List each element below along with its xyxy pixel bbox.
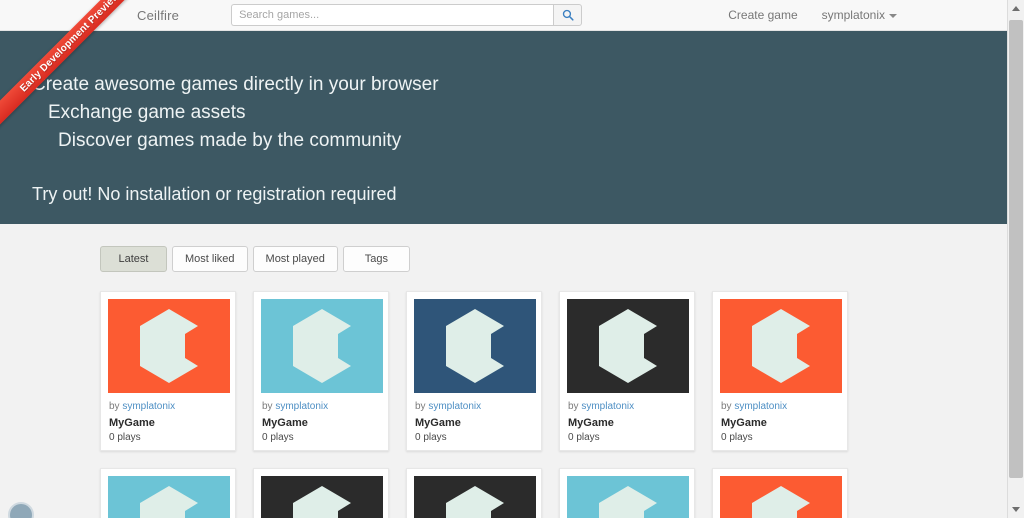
filter-tab-latest[interactable]: Latest [100, 246, 167, 272]
game-card[interactable]: by symplatonixMyGame0 plays [100, 468, 236, 518]
hero-tagline: Try out! No installation or registration… [32, 181, 1007, 207]
game-card[interactable]: by symplatonix MyGame0 plays [712, 291, 848, 451]
game-author-link[interactable]: symplatonix [275, 401, 328, 412]
game-title[interactable]: MyGame [568, 416, 687, 431]
search-icon [562, 9, 574, 21]
game-card[interactable]: by symplatonix MyGame0 plays [406, 291, 542, 451]
game-card[interactable]: by symplatonixMyGame0 plays [559, 468, 695, 518]
scrollbar-thumb[interactable] [1009, 20, 1023, 478]
game-author-line: by symplatonix [262, 400, 381, 413]
filter-tab-most-played[interactable]: Most played [253, 246, 338, 272]
game-thumbnail[interactable] [261, 299, 383, 393]
game-author-line: by symplatonix [721, 400, 840, 413]
filter-tab-tags[interactable]: Tags [343, 246, 410, 272]
game-plays-count: 0 plays [109, 431, 228, 444]
game-title[interactable]: MyGame [109, 416, 228, 431]
game-plays-count: 0 plays [262, 431, 381, 444]
scroll-up-button[interactable] [1008, 0, 1024, 17]
game-author-link[interactable]: symplatonix [122, 401, 175, 412]
game-author-line: by symplatonix [415, 400, 534, 413]
hero-line-1: Create awesome games directly in your br… [32, 71, 1007, 99]
game-thumbnail[interactable] [414, 299, 536, 393]
search-input[interactable] [231, 4, 553, 26]
search-button[interactable] [553, 4, 582, 26]
top-navbar: Ceilfire Create game symplatonix [0, 0, 1007, 31]
brand-logo-link[interactable]: Ceilfire [137, 8, 179, 23]
scroll-up-arrow-icon [1012, 6, 1020, 11]
game-plays-count: 0 plays [568, 431, 687, 444]
by-prefix-label: by [109, 401, 120, 412]
game-thumbnail[interactable] [720, 476, 842, 518]
game-thumbnail[interactable] [261, 476, 383, 518]
hero-banner: Create awesome games directly in your br… [0, 31, 1007, 224]
game-author-line: by symplatonix [568, 400, 687, 413]
scroll-down-arrow-icon [1012, 507, 1020, 512]
by-prefix-label: by [568, 401, 579, 412]
game-thumbnail[interactable] [720, 299, 842, 393]
game-card[interactable]: by symplatonix MyGame0 plays [100, 291, 236, 451]
game-plays-count: 0 plays [721, 431, 840, 444]
vertical-scrollbar[interactable] [1007, 0, 1024, 518]
user-menu-dropdown[interactable]: symplatonix [822, 8, 897, 22]
game-card[interactable]: by symplatonix MyGame0 plays [253, 291, 389, 451]
game-thumbnail[interactable] [108, 476, 230, 518]
game-thumbnail[interactable] [108, 299, 230, 393]
game-title[interactable]: MyGame [415, 416, 534, 431]
game-card-meta: by symplatonix MyGame0 plays [414, 393, 534, 444]
game-card-meta: by symplatonix MyGame0 plays [261, 393, 381, 444]
game-card-meta: by symplatonix MyGame0 plays [108, 393, 228, 444]
game-thumbnail[interactable] [567, 476, 689, 518]
create-game-link[interactable]: Create game [728, 8, 797, 22]
game-author-link[interactable]: symplatonix [581, 401, 634, 412]
game-card-meta: by symplatonix MyGame0 plays [720, 393, 840, 444]
game-filter-tabs: LatestMost likedMost playedTags [100, 246, 1007, 272]
game-thumbnail[interactable] [567, 299, 689, 393]
game-author-line: by symplatonix [109, 400, 228, 413]
game-card[interactable]: by symplatonixMyGame0 plays [406, 468, 542, 518]
browser-viewport: Ceilfire Create game symplatonix [0, 0, 1007, 518]
game-author-link[interactable]: symplatonix [734, 401, 787, 412]
by-prefix-label: by [262, 401, 273, 412]
main-content: LatestMost likedMost playedTags by sympl… [0, 224, 1007, 518]
game-card[interactable]: by symplatonix MyGame0 plays [559, 291, 695, 451]
game-plays-count: 0 plays [415, 431, 534, 444]
caret-down-icon [889, 14, 897, 18]
scroll-down-button[interactable] [1008, 501, 1024, 518]
game-card[interactable]: by symplatonixMyGame0 plays [712, 468, 848, 518]
game-card-grid: by symplatonixMyGame0 playsby symplatoni… [100, 291, 1007, 518]
game-card-meta: by symplatonix MyGame0 plays [567, 393, 687, 444]
navbar-right: Create game symplatonix [728, 8, 1007, 22]
filter-tab-most-liked[interactable]: Most liked [172, 246, 248, 272]
game-author-link[interactable]: symplatonix [428, 401, 481, 412]
search-bar [231, 4, 582, 26]
by-prefix-label: by [721, 401, 732, 412]
by-prefix-label: by [415, 401, 426, 412]
game-thumbnail[interactable] [414, 476, 536, 518]
user-menu-label: symplatonix [822, 8, 885, 22]
game-title[interactable]: MyGame [721, 416, 840, 431]
game-title[interactable]: MyGame [262, 416, 381, 431]
game-card[interactable]: by symplatonixMyGame0 plays [253, 468, 389, 518]
hero-line-2: Exchange game assets [48, 99, 1007, 127]
page-root: Ceilfire Create game symplatonix [0, 0, 1024, 518]
hero-line-3: Discover games made by the community [58, 127, 1007, 155]
